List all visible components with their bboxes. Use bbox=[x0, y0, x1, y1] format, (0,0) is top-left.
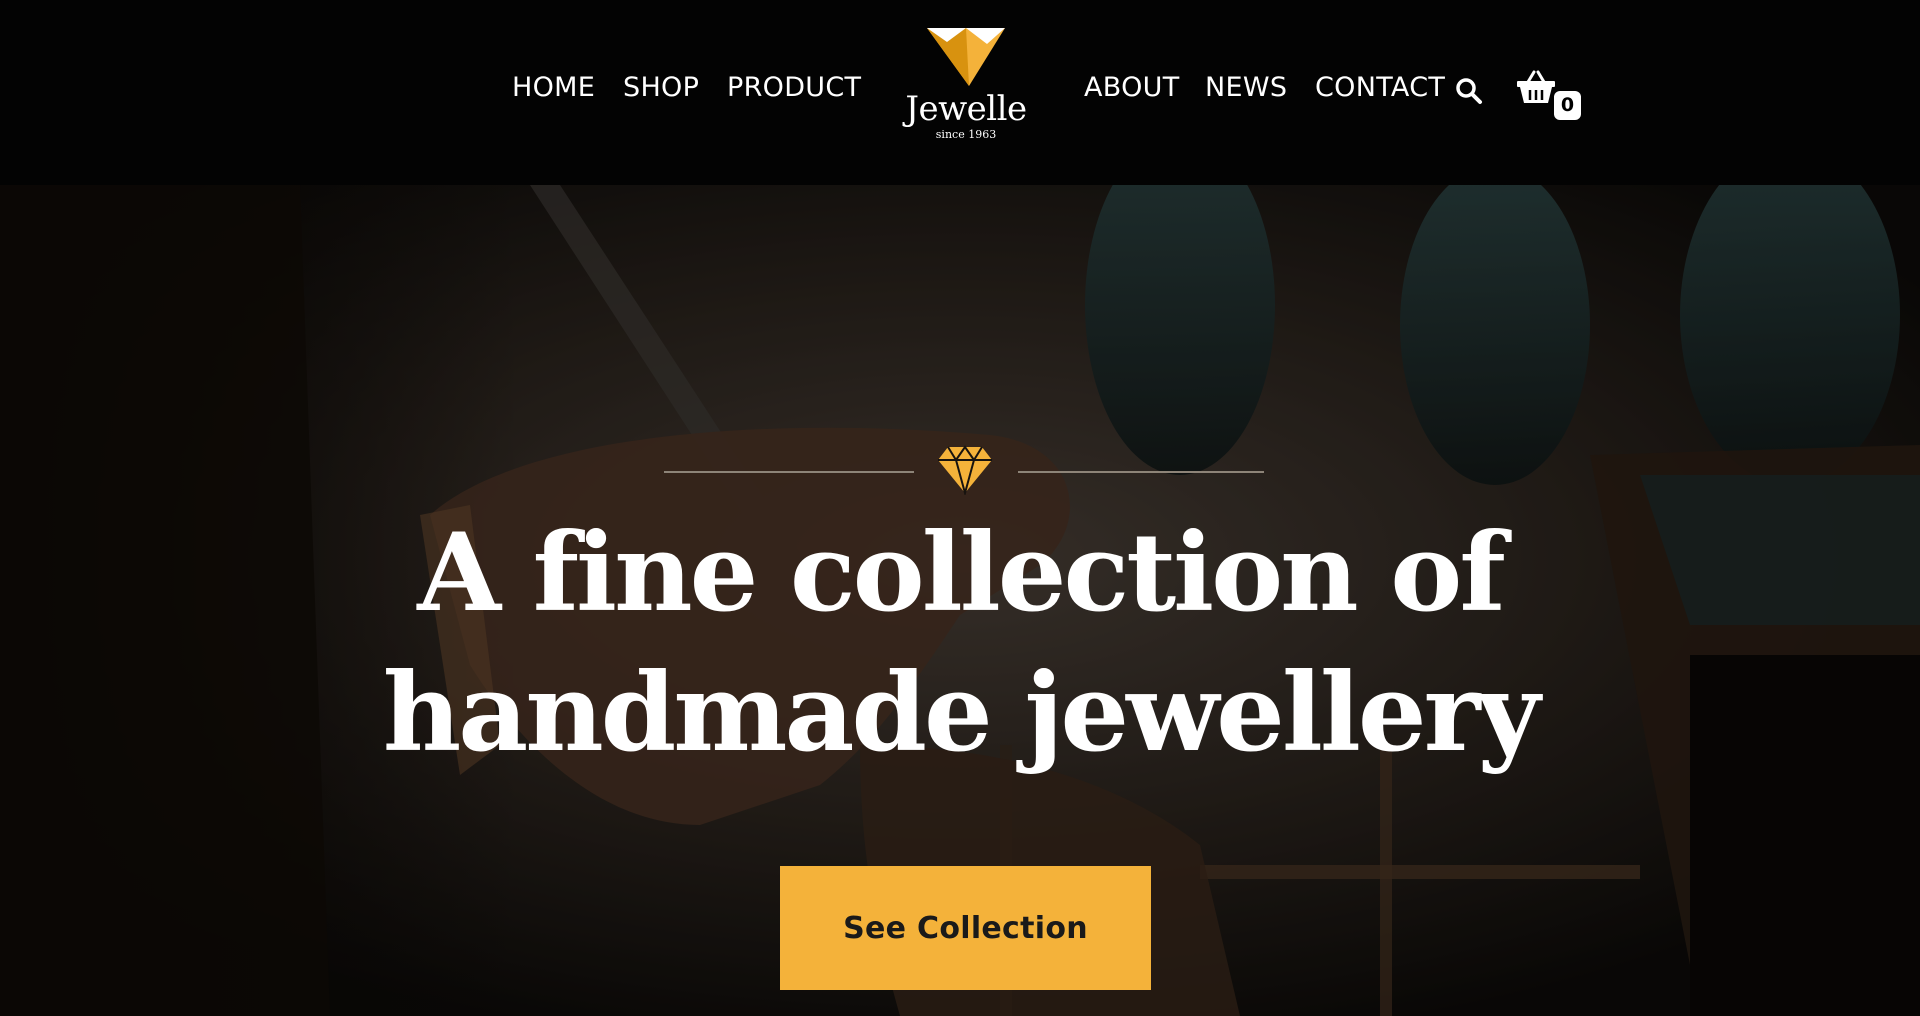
hero-title-line-1: A fine collection of bbox=[417, 510, 1506, 636]
hero-section: A fine collection of handmade jewellery … bbox=[0, 185, 1920, 1016]
nav-product[interactable]: PRODUCT bbox=[727, 72, 861, 103]
site-logo[interactable]: Jewelle since 1963 bbox=[886, 24, 1046, 164]
hero-title: A fine collection of handmade jewellery bbox=[260, 503, 1660, 783]
cart-count-badge: 0 bbox=[1554, 91, 1581, 120]
search-icon[interactable] bbox=[1455, 77, 1483, 110]
diamond-logo-icon bbox=[927, 28, 1005, 86]
hero-title-line-2: handmade jewellery bbox=[382, 650, 1541, 776]
diamond-icon bbox=[938, 445, 992, 495]
nav-news[interactable]: NEWS bbox=[1205, 72, 1287, 103]
hero-divider bbox=[664, 445, 1264, 495]
nav-shop[interactable]: SHOP bbox=[623, 72, 699, 103]
nav-home[interactable]: HOME bbox=[512, 72, 595, 103]
site-header: HOME SHOP PRODUCT Jewelle since 1963 ABO… bbox=[0, 0, 1920, 185]
logo-name: Jewelle bbox=[905, 89, 1027, 129]
nav-about[interactable]: ABOUT bbox=[1084, 72, 1180, 103]
nav-contact[interactable]: CONTACT bbox=[1315, 72, 1445, 103]
see-collection-button[interactable]: See Collection bbox=[780, 866, 1151, 990]
basket-icon[interactable] bbox=[1516, 70, 1556, 111]
logo-tagline: since 1963 bbox=[935, 128, 997, 141]
